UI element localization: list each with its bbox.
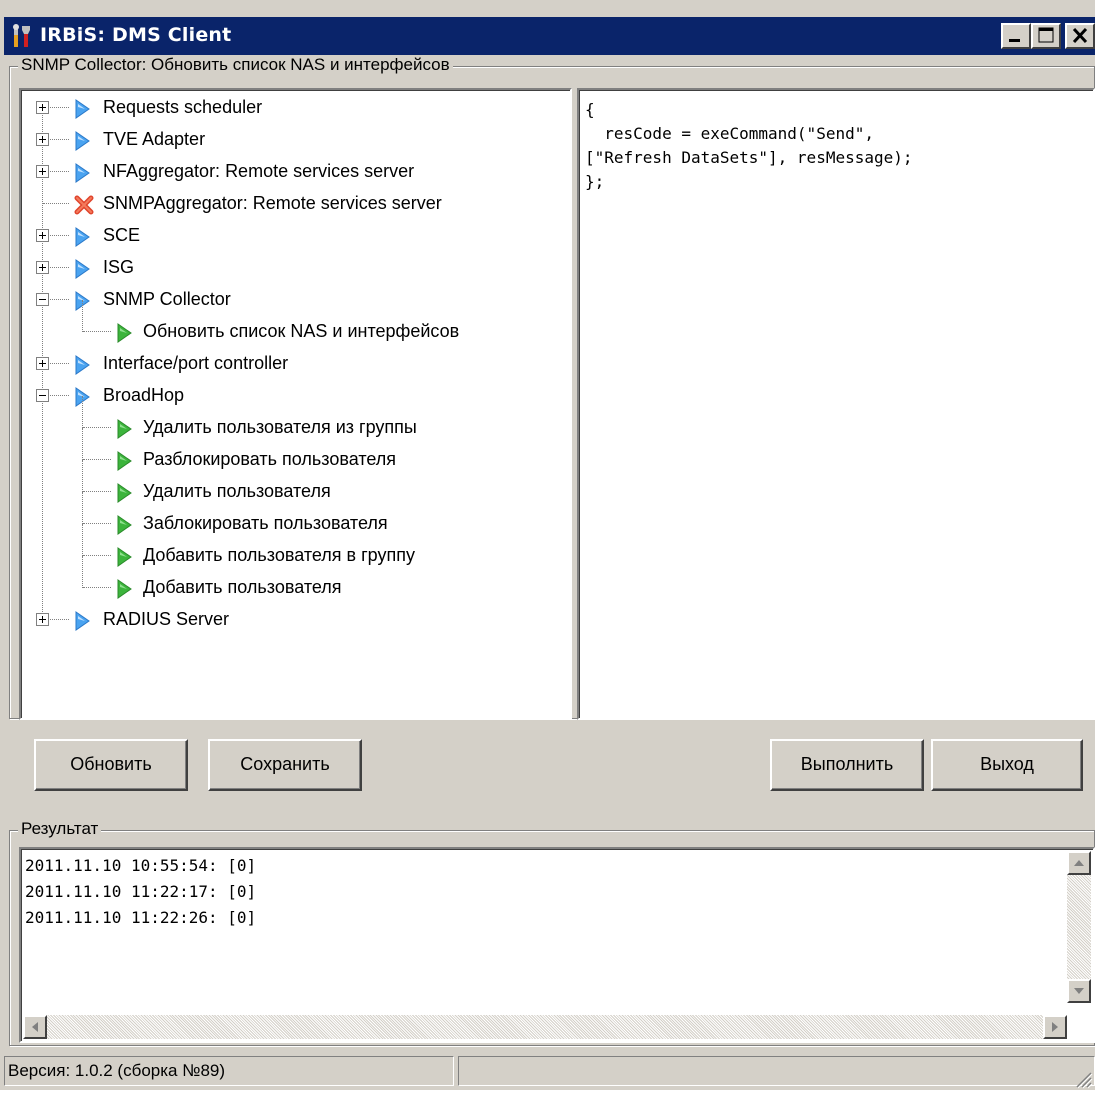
tree-item[interactable]: Добавить пользователя в группу xyxy=(21,524,570,572)
status-pane-2 xyxy=(458,1056,1095,1086)
scroll-up-button[interactable] xyxy=(1067,851,1091,875)
tree-item-label: SCE xyxy=(103,225,141,245)
title-bar[interactable]: IRBiS: DMS Client xyxy=(4,17,1095,55)
tree-item[interactable]: SCE xyxy=(21,220,570,252)
collapse-icon[interactable] xyxy=(36,389,49,402)
result-group-legend: Результат xyxy=(18,819,102,839)
expand-icon[interactable] xyxy=(36,357,49,370)
tree-child-line xyxy=(82,428,83,460)
scroll-down-button[interactable] xyxy=(1067,979,1091,1003)
scroll-left-button[interactable] xyxy=(23,1015,47,1039)
exit-button[interactable]: Выход xyxy=(931,739,1083,791)
tree-item-label: Добавить пользователя xyxy=(143,577,342,597)
tree-item-label: Разблокировать пользователя xyxy=(143,449,397,469)
result-log[interactable]: 2011.11.10 10:55:54: [0] 2011.11.10 11:2… xyxy=(19,847,1095,1043)
tree-item[interactable]: Разблокировать пользователя xyxy=(21,428,570,476)
refresh-button[interactable]: Обновить xyxy=(34,739,188,791)
size-grip-icon[interactable] xyxy=(1073,1069,1093,1094)
tree-item[interactable]: Interface/port controller xyxy=(21,348,570,380)
tree-item[interactable]: Обновить список NAS и интерфейсов xyxy=(21,300,570,348)
tree-item[interactable]: Удалить пользователя xyxy=(21,460,570,508)
scroll-right-button[interactable] xyxy=(1043,1015,1067,1039)
tree-connector xyxy=(83,331,111,332)
maximize-button[interactable] xyxy=(1031,23,1061,49)
status-version: Версия: 1.0.2 (сборка №89) xyxy=(4,1056,454,1086)
blue-arrow-icon xyxy=(73,610,91,641)
tree-item[interactable]: ISG xyxy=(21,252,570,284)
tree-item[interactable]: SNMP Collector xyxy=(21,284,570,316)
tree-item[interactable]: TVE Adapter xyxy=(21,124,570,156)
tree-item-label: Добавить пользователя в группу xyxy=(143,545,415,565)
tree-item[interactable]: Requests scheduler xyxy=(21,92,570,124)
tree-child-line xyxy=(82,396,83,428)
tree-item[interactable]: Удалить пользователя из группы xyxy=(21,396,570,444)
collapse-icon[interactable] xyxy=(36,293,49,306)
script-code[interactable]: { resCode = exeCommand("Send", ["Refresh… xyxy=(585,98,913,194)
tree-child-line xyxy=(82,556,83,588)
app-window: IRBiS: DMS Client SNMP Collector: Обнови… xyxy=(0,0,1095,1090)
tree-item[interactable]: Добавить пользователя xyxy=(21,556,570,604)
tree-connector xyxy=(83,491,111,492)
tree-connector xyxy=(83,555,111,556)
tree-item-label: TVE Adapter xyxy=(103,129,206,149)
tree-connector xyxy=(83,587,111,588)
tree-connector xyxy=(43,203,69,204)
tree-item-label: ISG xyxy=(103,257,135,277)
close-button[interactable] xyxy=(1065,23,1095,49)
tree-item-label: NFAggregator: Remote services server xyxy=(103,161,415,181)
tree-connector xyxy=(83,459,111,460)
minimize-button[interactable] xyxy=(1001,23,1031,49)
tree-item[interactable]: NFAggregator: Remote services server xyxy=(21,156,570,188)
save-button[interactable]: Сохранить xyxy=(208,739,362,791)
tree-item-label: Удалить пользователя xyxy=(143,481,331,501)
expand-icon[interactable] xyxy=(36,261,49,274)
tree-item-label: BroadHop xyxy=(103,385,185,405)
tree-item[interactable]: RADIUS Server xyxy=(21,604,570,636)
collector-group-legend: SNMP Collector: Обновить список NAS и ин… xyxy=(18,55,453,75)
tree-item-label: RADIUS Server xyxy=(103,609,230,629)
tree-child-line xyxy=(82,492,83,524)
tree-child-line xyxy=(82,460,83,492)
execute-button[interactable]: Выполнить xyxy=(770,739,924,791)
tree-item-label: SNMP Collector xyxy=(103,289,231,309)
vertical-scroll-track[interactable] xyxy=(1067,875,1091,979)
expand-icon[interactable] xyxy=(36,133,49,146)
expand-icon[interactable] xyxy=(36,229,49,242)
tree-item[interactable]: Заблокировать пользователя xyxy=(21,492,570,540)
horizontal-scroll-track[interactable] xyxy=(47,1015,1045,1039)
tree-connector xyxy=(83,427,111,428)
tree-child-line xyxy=(82,300,83,332)
tree-item[interactable]: SNMPAggregator: Remote services server xyxy=(21,188,570,220)
tree-item-label: Заблокировать пользователя xyxy=(143,513,388,533)
script-editor[interactable]: { resCode = exeCommand("Send", ["Refresh… xyxy=(577,88,1095,720)
expand-icon[interactable] xyxy=(36,101,49,114)
tree-item-label: Удалить пользователя из группы xyxy=(143,417,417,437)
tree-connector xyxy=(83,523,111,524)
result-log-text: 2011.11.10 10:55:54: [0] 2011.11.10 11:2… xyxy=(25,856,257,927)
expand-icon[interactable] xyxy=(36,613,49,626)
tree-item-label: Interface/port controller xyxy=(103,353,289,373)
tree-item[interactable]: BroadHop xyxy=(21,380,570,412)
tree-item-label: Requests scheduler xyxy=(103,97,263,117)
tree-item-label: Обновить список NAS и интерфейсов xyxy=(143,321,460,341)
window-title: IRBiS: DMS Client xyxy=(40,24,232,46)
tools-icon xyxy=(12,24,32,48)
tree-child-line xyxy=(82,524,83,556)
service-tree[interactable]: Requests scheduler TVE Adapter NFAggregato… xyxy=(19,88,572,720)
tree-item-label: SNMPAggregator: Remote services server xyxy=(103,193,442,213)
expand-icon[interactable] xyxy=(36,165,49,178)
